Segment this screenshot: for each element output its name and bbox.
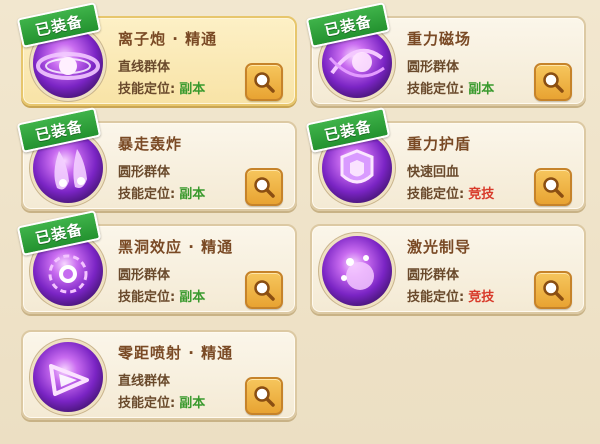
magnifier-icon — [543, 177, 564, 198]
skill-position: 技能定位: 副本 — [407, 82, 495, 97]
skill-card-laser-guidance[interactable]: 激光制导 圆形群体 技能定位: 竞技 — [310, 224, 586, 314]
skill-position: 技能定位: 竞技 — [407, 290, 495, 305]
skill-type: 圆形群体 — [407, 268, 460, 283]
view-detail-button[interactable] — [534, 168, 572, 206]
skill-type: 直线群体 — [118, 60, 171, 75]
zero-range-jet-icon — [33, 342, 103, 412]
skill-name: 零距喷射 · 精通 — [118, 344, 234, 362]
magnifier-icon — [254, 72, 275, 93]
skill-type: 快速回血 — [407, 165, 460, 180]
laser-guidance-icon — [322, 236, 392, 306]
skill-position: 技能定位: 副本 — [118, 82, 206, 97]
skill-name: 重力磁场 — [407, 30, 472, 48]
skill-name: 重力护盾 — [407, 135, 472, 153]
skill-type: 直线群体 — [118, 374, 171, 389]
view-detail-button[interactable] — [245, 63, 283, 101]
magnifier-icon — [254, 280, 275, 301]
view-detail-button[interactable] — [534, 63, 572, 101]
skill-card-black-hole[interactable]: 已装备 黑洞效应 · 精通 圆形群体 技能定位: 副本 — [16, 210, 297, 314]
skill-name: 暴走轰炸 — [118, 135, 183, 153]
skill-position: 技能定位: 副本 — [118, 396, 206, 411]
view-detail-button[interactable] — [245, 377, 283, 415]
view-detail-button[interactable] — [245, 271, 283, 309]
view-detail-button[interactable] — [534, 271, 572, 309]
skill-position: 技能定位: 竞技 — [407, 187, 495, 202]
skill-list-panel: 已装备 离子炮 · 精通 直线群体 技能定位: 副本 已装备 重力磁场 圆形群体 … — [0, 0, 600, 444]
magnifier-icon — [543, 72, 564, 93]
skill-name: 离子炮 · 精通 — [118, 30, 218, 48]
skill-position: 技能定位: 副本 — [118, 187, 206, 202]
view-detail-button[interactable] — [245, 168, 283, 206]
magnifier-icon — [543, 280, 564, 301]
skill-card-gravity-field[interactable]: 已装备 重力磁场 圆形群体 技能定位: 副本 — [305, 2, 586, 106]
skill-name: 激光制导 — [407, 238, 472, 256]
skill-card-zero-range-jet[interactable]: 零距喷射 · 精通 直线群体 技能定位: 副本 — [21, 330, 297, 420]
skill-type: 圆形群体 — [118, 165, 171, 180]
magnifier-icon — [254, 177, 275, 198]
skill-card-ion-cannon[interactable]: 已装备 离子炮 · 精通 直线群体 技能定位: 副本 — [16, 2, 297, 106]
skill-position: 技能定位: 副本 — [118, 290, 206, 305]
skill-type: 圆形群体 — [407, 60, 460, 75]
skill-card-gravity-shield[interactable]: 已装备 重力护盾 快速回血 技能定位: 竞技 — [305, 107, 586, 211]
skill-name: 黑洞效应 · 精通 — [118, 238, 234, 256]
skill-card-rampage-bombing[interactable]: 已装备 暴走轰炸 圆形群体 技能定位: 副本 — [16, 107, 297, 211]
magnifier-icon — [254, 386, 275, 407]
skill-type: 圆形群体 — [118, 268, 171, 283]
